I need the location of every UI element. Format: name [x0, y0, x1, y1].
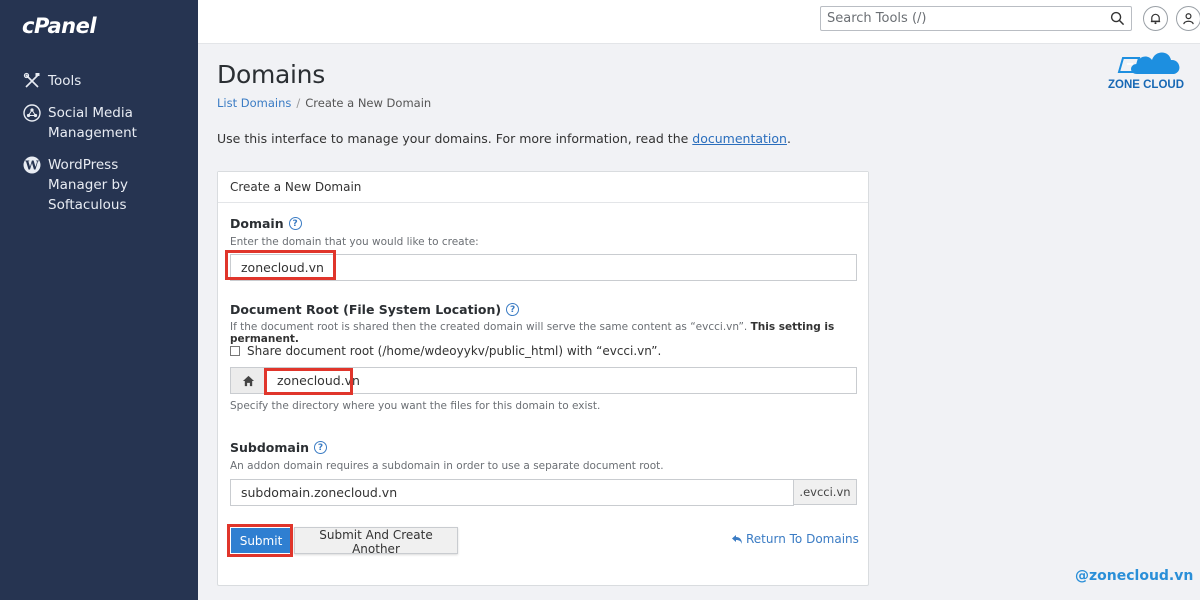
sidebar-item-wordpress[interactable]: W WordPress Manager by Softaculous	[22, 155, 128, 215]
document-root-label: Document Root (File System Location) ?	[230, 302, 520, 317]
domain-label: Domain ?	[230, 216, 302, 231]
user-icon	[1183, 13, 1194, 25]
document-root-input[interactable]: zonecloud.vn	[266, 367, 857, 394]
document-root-label-text: Document Root (File System Location)	[230, 302, 502, 317]
intro-text-body: Use this interface to manage your domain…	[217, 131, 693, 146]
question-icon[interactable]: ?	[506, 303, 520, 316]
panel-title: Create a New Domain	[218, 172, 868, 203]
svg-text:W: W	[24, 159, 39, 173]
user-menu-button[interactable]	[1176, 6, 1200, 31]
domain-label-text: Domain	[230, 216, 284, 231]
subdomain-description: An addon domain requires a subdomain in …	[230, 460, 664, 472]
tools-icon	[23, 72, 40, 88]
sidebar-item-label: WordPress Manager by Softaculous	[48, 157, 129, 213]
notifications-button[interactable]	[1143, 6, 1168, 31]
share-docroot-label: Share document root (/home/wdeoyykv/publ…	[247, 344, 662, 358]
sidebar-item-label: Tools	[48, 73, 82, 89]
create-domain-panel: Create a New Domain Domain ? Enter the d…	[217, 171, 869, 586]
sidebar-item-label: Social Media Management	[48, 105, 137, 141]
subdomain-label: Subdomain ?	[230, 440, 328, 455]
intro-text: Use this interface to manage your domain…	[217, 131, 791, 146]
topbar	[198, 0, 1200, 44]
breadcrumb-current: Create a New Domain	[305, 96, 432, 110]
social-media-icon	[23, 104, 41, 122]
domain-description: Enter the domain that you would like to …	[230, 236, 479, 248]
submit-and-create-another-button[interactable]: Submit And Create Another	[294, 527, 458, 556]
cpanel-logo[interactable]: cPanel	[22, 14, 97, 38]
return-to-domains-label: Return To Domains	[746, 532, 859, 546]
intro-text-end: .	[786, 131, 791, 146]
sidebar: cPanel Tools Social Media Management W W…	[0, 0, 198, 600]
breadcrumb-separator: /	[296, 96, 301, 110]
breadcrumb: List Domains / Create a New Domain	[217, 96, 431, 110]
wordpress-icon: W	[23, 156, 41, 174]
share-docroot-checkbox[interactable]	[230, 346, 240, 356]
question-icon[interactable]: ?	[288, 217, 302, 230]
search-box[interactable]	[820, 6, 1132, 31]
return-to-domains-link[interactable]: Return To Domains	[731, 532, 859, 546]
search-input[interactable]	[821, 7, 1101, 30]
question-icon[interactable]: ?	[314, 441, 328, 454]
subdomain-input[interactable]: subdomain.zonecloud.vn	[230, 479, 794, 506]
sidebar-item-tools[interactable]: Tools	[22, 71, 81, 91]
zone-cloud-logo: ZONE CLOUD	[1108, 52, 1184, 91]
return-arrow-icon	[732, 534, 742, 544]
document-root-description: If the document root is shared then the …	[230, 321, 868, 345]
documentation-link[interactable]: documentation	[692, 131, 787, 146]
document-root-highlight-box	[264, 368, 353, 395]
document-root-description-text: If the document root is shared then the …	[230, 321, 748, 333]
submit-highlight-box	[227, 524, 293, 557]
bell-icon	[1150, 13, 1161, 25]
search-icon[interactable]	[1110, 11, 1125, 26]
share-docroot-row[interactable]: Share document root (/home/wdeoyykv/publ…	[230, 344, 661, 358]
home-icon	[242, 375, 254, 386]
sidebar-item-social-media[interactable]: Social Media Management	[22, 103, 137, 143]
subdomain-label-text: Subdomain	[230, 440, 310, 455]
breadcrumb-list-domains-link[interactable]: List Domains	[217, 96, 291, 110]
page-title: Domains	[217, 60, 325, 89]
domain-highlight-box	[225, 250, 336, 280]
subdomain-suffix: .evcci.vn	[793, 479, 857, 505]
document-root-help: Specify the directory where you want the…	[230, 400, 601, 412]
home-addon	[230, 367, 266, 394]
zone-cloud-logo-text: ZONE CLOUD	[1108, 79, 1184, 91]
watermark-text: @zonecloud.vn	[1075, 568, 1194, 584]
